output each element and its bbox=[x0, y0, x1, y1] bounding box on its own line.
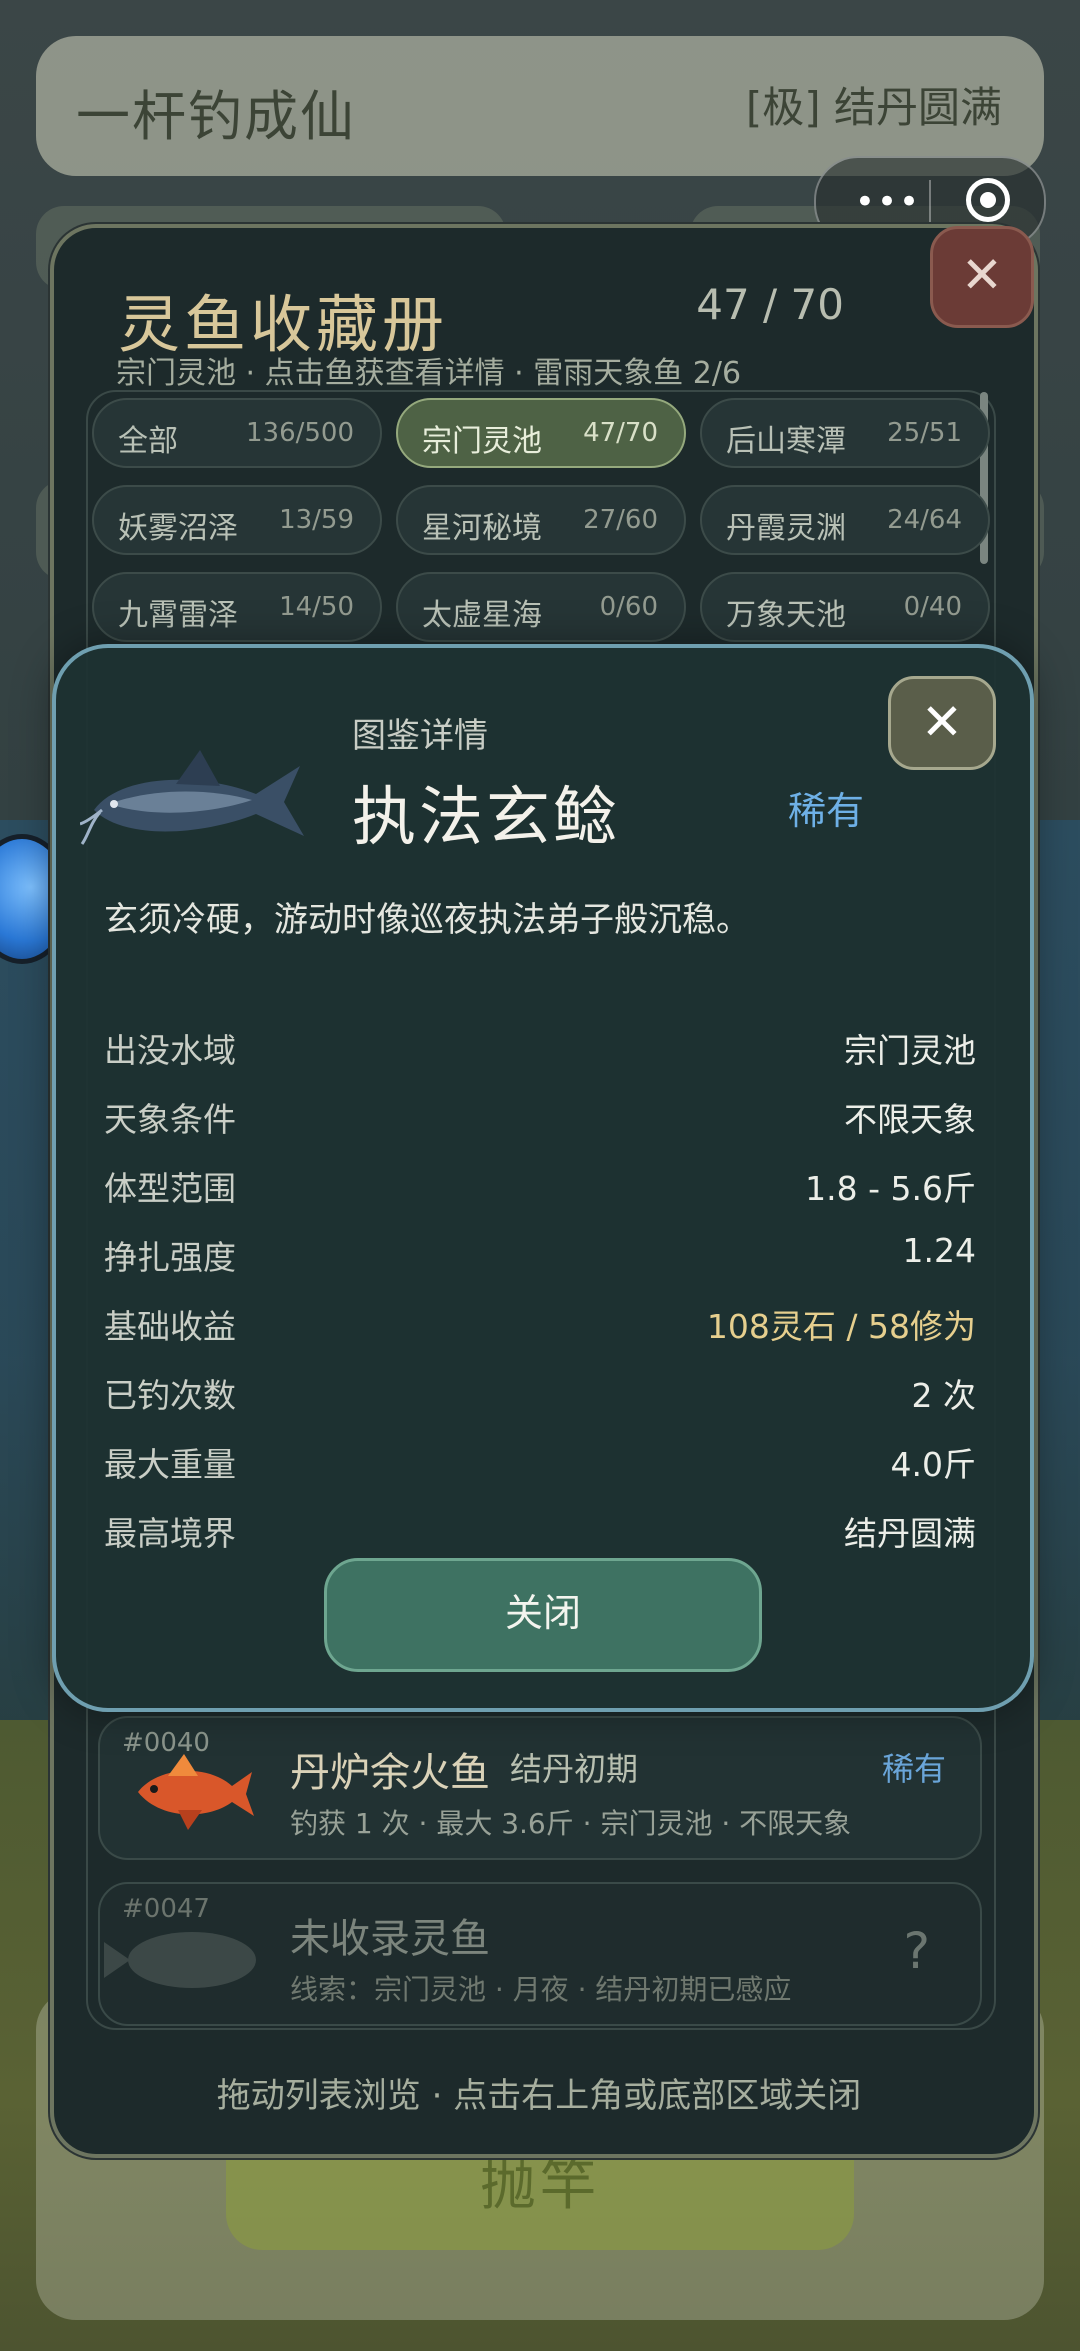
detail-row: 天象条件 不限天象 bbox=[104, 1093, 976, 1143]
filter-chip-name: 后山寒潭 bbox=[726, 424, 846, 459]
filter-chip[interactable]: 丹霞灵渊 24/64 bbox=[700, 485, 990, 555]
fish-clue: 线索：宗门灵池 · 月夜 · 结丹初期已感应 bbox=[290, 1973, 792, 2006]
close-icon: ✕ bbox=[961, 246, 1003, 304]
list-item-locked[interactable]: #0047 未收录灵鱼 ? 线索：宗门灵池 · 月夜 · 结丹初期已感应 bbox=[98, 1882, 982, 2026]
collection-count: 47 / 70 bbox=[696, 280, 844, 329]
detail-close-primary-button[interactable]: 关闭 bbox=[324, 1558, 762, 1672]
filter-chip[interactable]: 星河秘境 27/60 bbox=[396, 485, 686, 555]
detail-row-value: 宗门灵池 bbox=[844, 1031, 976, 1070]
filter-chip-name: 星河秘境 bbox=[422, 511, 542, 546]
detail-row-value: 不限天象 bbox=[844, 1100, 976, 1139]
filter-chip-name: 九霄雷泽 bbox=[118, 598, 238, 633]
filter-chip-count: 136/500 bbox=[245, 418, 354, 448]
filter-chip-name: 万象天池 bbox=[726, 598, 846, 633]
player-realm: [极] 结丹圆满 bbox=[745, 83, 1002, 132]
detail-row-key: 基础收益 bbox=[104, 1307, 236, 1346]
detail-fish-name: 执法玄鲶 bbox=[352, 781, 620, 855]
detail-row-key: 天象条件 bbox=[104, 1100, 236, 1139]
fish-icon bbox=[80, 750, 304, 845]
detail-row-key: 体型范围 bbox=[104, 1169, 236, 1208]
filter-chip-name: 丹霞灵渊 bbox=[726, 511, 846, 546]
detail-row-value: 2 次 bbox=[911, 1376, 977, 1415]
detail-row: 已钓次数 2 次 bbox=[104, 1369, 976, 1419]
detail-row-key: 已钓次数 bbox=[104, 1376, 236, 1415]
fish-silhouette-icon bbox=[104, 1932, 256, 1988]
fish-stats: 钓获 1 次 · 最大 3.6斤 · 宗门灵池 · 不限天象 bbox=[290, 1807, 852, 1840]
filter-chip-active[interactable]: 宗门灵池 47/70 bbox=[396, 398, 686, 468]
collection-subtitle: 宗门灵池 · 点击鱼获查看详情 · 雷雨天象鱼 2/6 bbox=[116, 356, 742, 391]
detail-rarity: 稀有 bbox=[788, 789, 865, 833]
filter-chip[interactable]: 太虚星海 0/60 bbox=[396, 572, 686, 642]
unknown-icon: ? bbox=[903, 1922, 930, 1980]
filter-chip[interactable]: 万象天池 0/40 bbox=[700, 572, 990, 642]
filter-chip-count: 0/40 bbox=[903, 592, 962, 622]
detail-row-value: 结丹圆满 bbox=[844, 1514, 976, 1553]
fish-icon bbox=[138, 1754, 254, 1830]
collection-hint: 拖动列表浏览 · 点击右上角或底部区域关闭 bbox=[216, 2076, 862, 2116]
detail-row-key: 挣扎强度 bbox=[104, 1238, 236, 1277]
filter-chip[interactable]: 九霄雷泽 14/50 bbox=[92, 572, 382, 642]
detail-row: 最高境界 结丹圆满 bbox=[104, 1507, 976, 1557]
detail-row: 挣扎强度 1.24 bbox=[104, 1231, 976, 1281]
detail-row-key: 出没水域 bbox=[104, 1031, 236, 1070]
detail-description: 玄须冷硬，游动时像巡夜执法弟子般沉稳。 bbox=[104, 900, 750, 940]
filter-chip-name: 宗门灵池 bbox=[422, 424, 542, 459]
filter-chip-count: 13/59 bbox=[279, 505, 354, 535]
filter-chip-count: 0/60 bbox=[599, 592, 658, 622]
fish-name: 丹炉余火鱼 bbox=[290, 1750, 490, 1796]
filter-chip-count: 47/70 bbox=[583, 418, 658, 448]
collection-close-button[interactable]: ✕ bbox=[930, 226, 1034, 328]
close-icon: ✕ bbox=[921, 693, 963, 751]
filter-chip-count: 24/64 bbox=[887, 505, 962, 535]
list-item[interactable]: #0040 丹炉余火鱼 结丹初期 稀有 钓获 1 次 · 最大 3.6斤 · 宗… bbox=[98, 1716, 982, 1860]
detail-row: 出没水域 宗门灵池 bbox=[104, 1024, 976, 1074]
fish-name: 未收录灵鱼 bbox=[290, 1916, 490, 1962]
detail-close-button[interactable]: ✕ bbox=[888, 676, 996, 770]
fish-rarity: 稀有 bbox=[881, 1750, 946, 1788]
filter-chip-name: 太虚星海 bbox=[422, 598, 542, 633]
detail-row: 最大重量 4.0斤 bbox=[104, 1438, 976, 1488]
detail-row: 体型范围 1.8 - 5.6斤 bbox=[104, 1162, 976, 1212]
target-icon[interactable] bbox=[966, 178, 1010, 222]
filter-chip-count: 27/60 bbox=[583, 505, 658, 535]
game-title: 一杆钓成仙 bbox=[76, 85, 356, 148]
filter-chip[interactable]: 后山寒潭 25/51 bbox=[700, 398, 990, 468]
filter-chip-name: 全部 bbox=[118, 424, 178, 459]
filter-chip-count: 14/50 bbox=[279, 592, 354, 622]
capsule-divider bbox=[929, 180, 931, 224]
detail-row-value: 4.0斤 bbox=[890, 1445, 976, 1484]
detail-row-value: 108灵石 / 58修为 bbox=[706, 1307, 976, 1346]
detail-row-key: 最大重量 bbox=[104, 1445, 236, 1484]
filter-chip-name: 妖雾沼泽 bbox=[118, 511, 238, 546]
detail-row: 基础收益 108灵石 / 58修为 bbox=[104, 1300, 976, 1350]
detail-label: 图鉴详情 bbox=[352, 716, 488, 756]
filter-chip[interactable]: 全部 136/500 bbox=[92, 398, 382, 468]
detail-row-value: 1.24 bbox=[902, 1231, 976, 1270]
filter-chip-count: 25/51 bbox=[887, 418, 962, 448]
more-dots-icon[interactable]: ••• bbox=[846, 182, 930, 222]
detail-row-value: 1.8 - 5.6斤 bbox=[805, 1169, 976, 1208]
detail-row-key: 最高境界 bbox=[104, 1514, 236, 1553]
filter-chip[interactable]: 妖雾沼泽 13/59 bbox=[92, 485, 382, 555]
fish-realm: 结丹初期 bbox=[510, 1750, 639, 1788]
